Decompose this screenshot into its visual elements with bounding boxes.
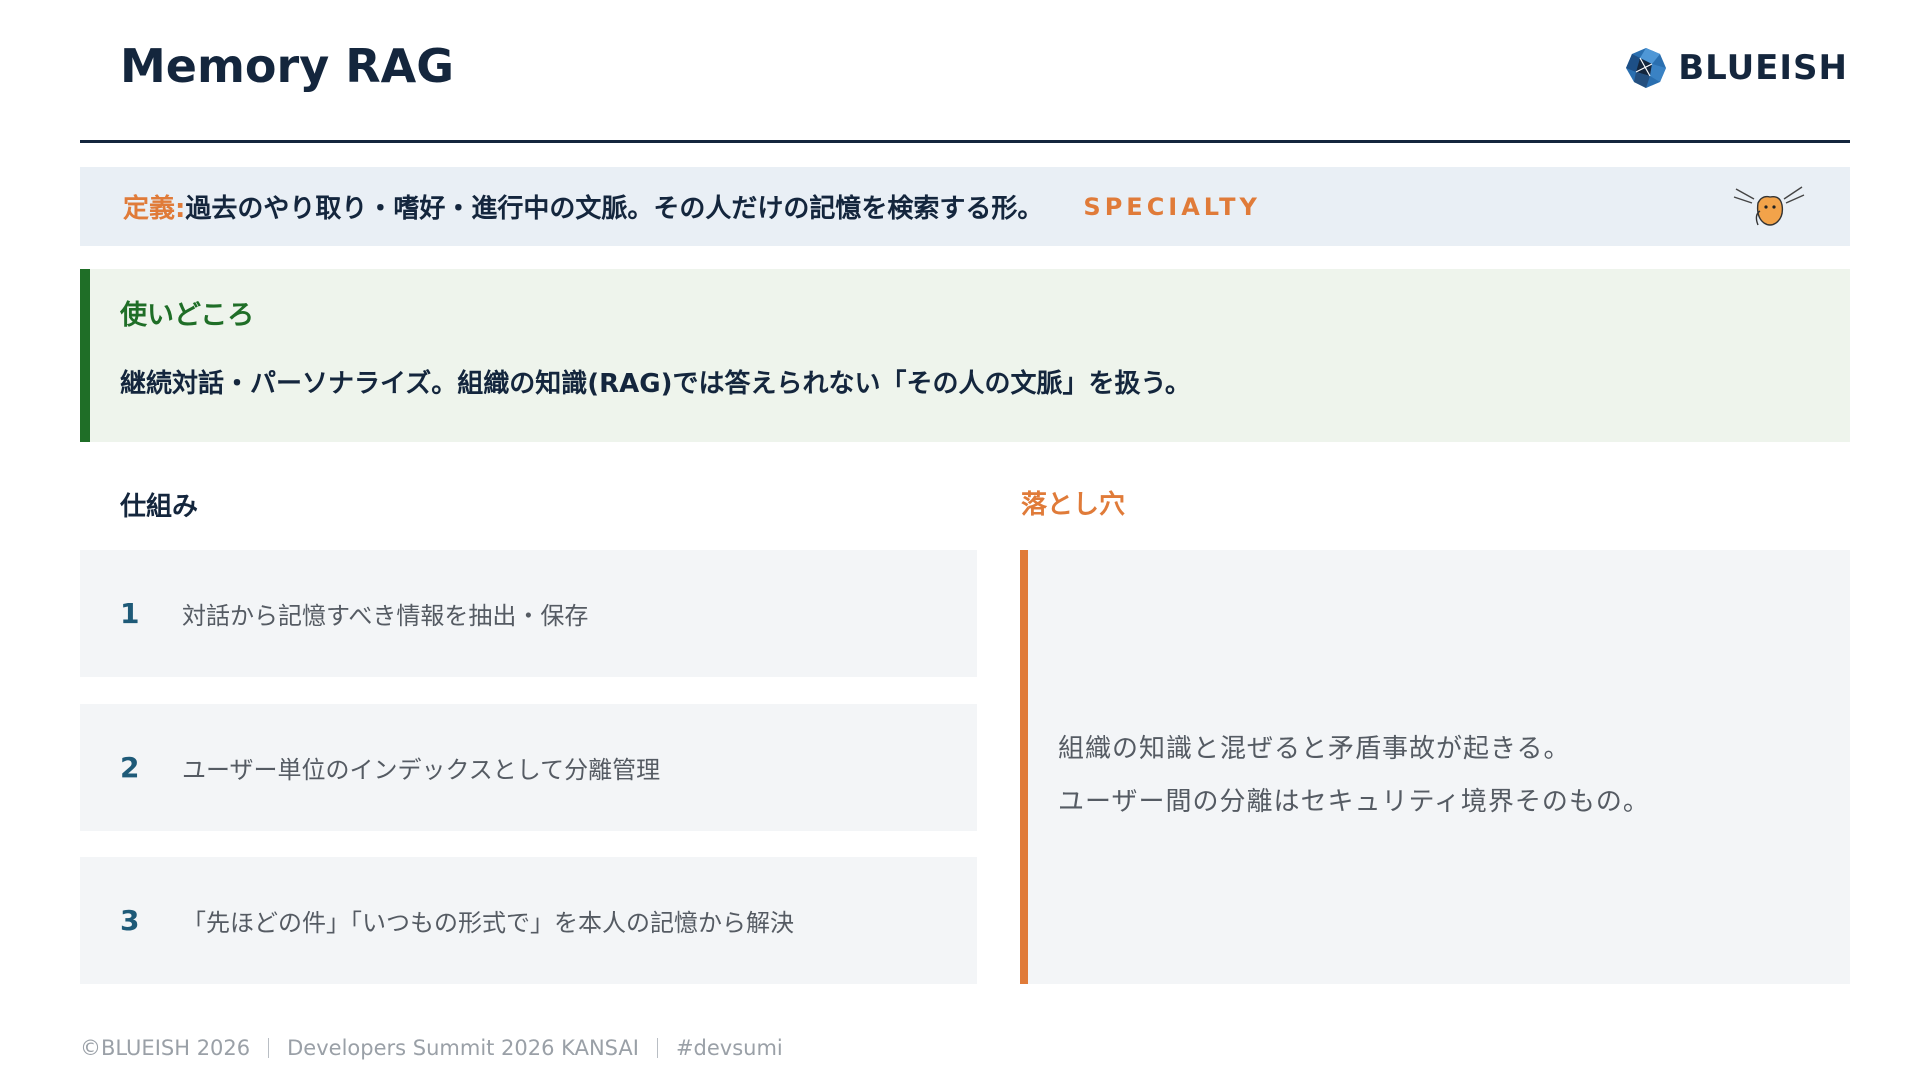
mascot-icon bbox=[1733, 186, 1805, 226]
slide: Memory RAG BLUEISH 定義: 過去のやり取り・嗜好・進行中の文脈… bbox=[0, 0, 1920, 1080]
footer-event: Developers Summit 2026 KANSAI bbox=[287, 1036, 639, 1060]
header-divider bbox=[80, 140, 1850, 143]
definition-banner: 定義: 過去のやり取り・嗜好・進行中の文脈。その人だけの記憶を検索する形。 SP… bbox=[80, 167, 1850, 246]
definition-text: 過去のやり取り・嗜好・進行中の文脈。その人だけの記憶を検索する形。 bbox=[185, 194, 1044, 224]
specialty-tag: SPECIALTY bbox=[1083, 192, 1261, 221]
footer-hashtag: #devsumi bbox=[675, 1036, 783, 1060]
page-title: Memory RAG bbox=[120, 39, 454, 93]
step-text: ユーザー単位のインデックスとして分離管理 bbox=[182, 756, 661, 784]
step-text: 対話から記憶すべき情報を抽出・保存 bbox=[182, 602, 589, 630]
step-number: 1 bbox=[120, 597, 140, 630]
footer-copyright: ©BLUEISH 2026 bbox=[80, 1036, 251, 1060]
pitfall-line-1: 組織の知識と混ぜると矛盾事故が起きる。 bbox=[1058, 734, 1571, 764]
usage-text: 継続対話・パーソナライズ。組織の知識(RAG)では答えられない「その人の文脈」を… bbox=[120, 369, 1191, 399]
mechanism-step-2: 2 ユーザー単位のインデックスとして分離管理 bbox=[80, 704, 977, 831]
pitfall-line-2: ユーザー間の分離はセキュリティ境界そのもの。 bbox=[1058, 787, 1650, 817]
step-number: 3 bbox=[120, 904, 140, 937]
blueish-logo-icon bbox=[1626, 48, 1667, 88]
footer: ©BLUEISH 2026 Developers Summit 2026 KAN… bbox=[80, 1036, 783, 1060]
definition-label: 定義: bbox=[123, 194, 186, 224]
footer-separator bbox=[268, 1038, 270, 1058]
footer-separator bbox=[656, 1038, 658, 1058]
usage-panel: 使いどころ 継続対話・パーソナライズ。組織の知識(RAG)では答えられない「その… bbox=[80, 269, 1850, 442]
step-number: 2 bbox=[120, 751, 140, 784]
pitfall-panel: 組織の知識と混ぜると矛盾事故が起きる。 ユーザー間の分離はセキュリティ境界そのも… bbox=[1020, 550, 1850, 984]
usage-heading: 使いどころ bbox=[120, 300, 255, 331]
blueish-logo: BLUEISH bbox=[1622, 44, 1848, 92]
mechanism-step-3: 3 「先ほどの件」「いつもの形式で」を本人の記憶から解決 bbox=[80, 857, 977, 984]
pitfall-heading: 落とし穴 bbox=[1021, 490, 1126, 520]
step-text: 「先ほどの件」「いつもの形式で」を本人の記憶から解決 bbox=[182, 909, 794, 937]
mechanism-step-1: 1 対話から記憶すべき情報を抽出・保存 bbox=[80, 550, 977, 677]
logo-text: BLUEISH bbox=[1678, 48, 1848, 88]
mechanism-heading: 仕組み bbox=[120, 492, 199, 522]
